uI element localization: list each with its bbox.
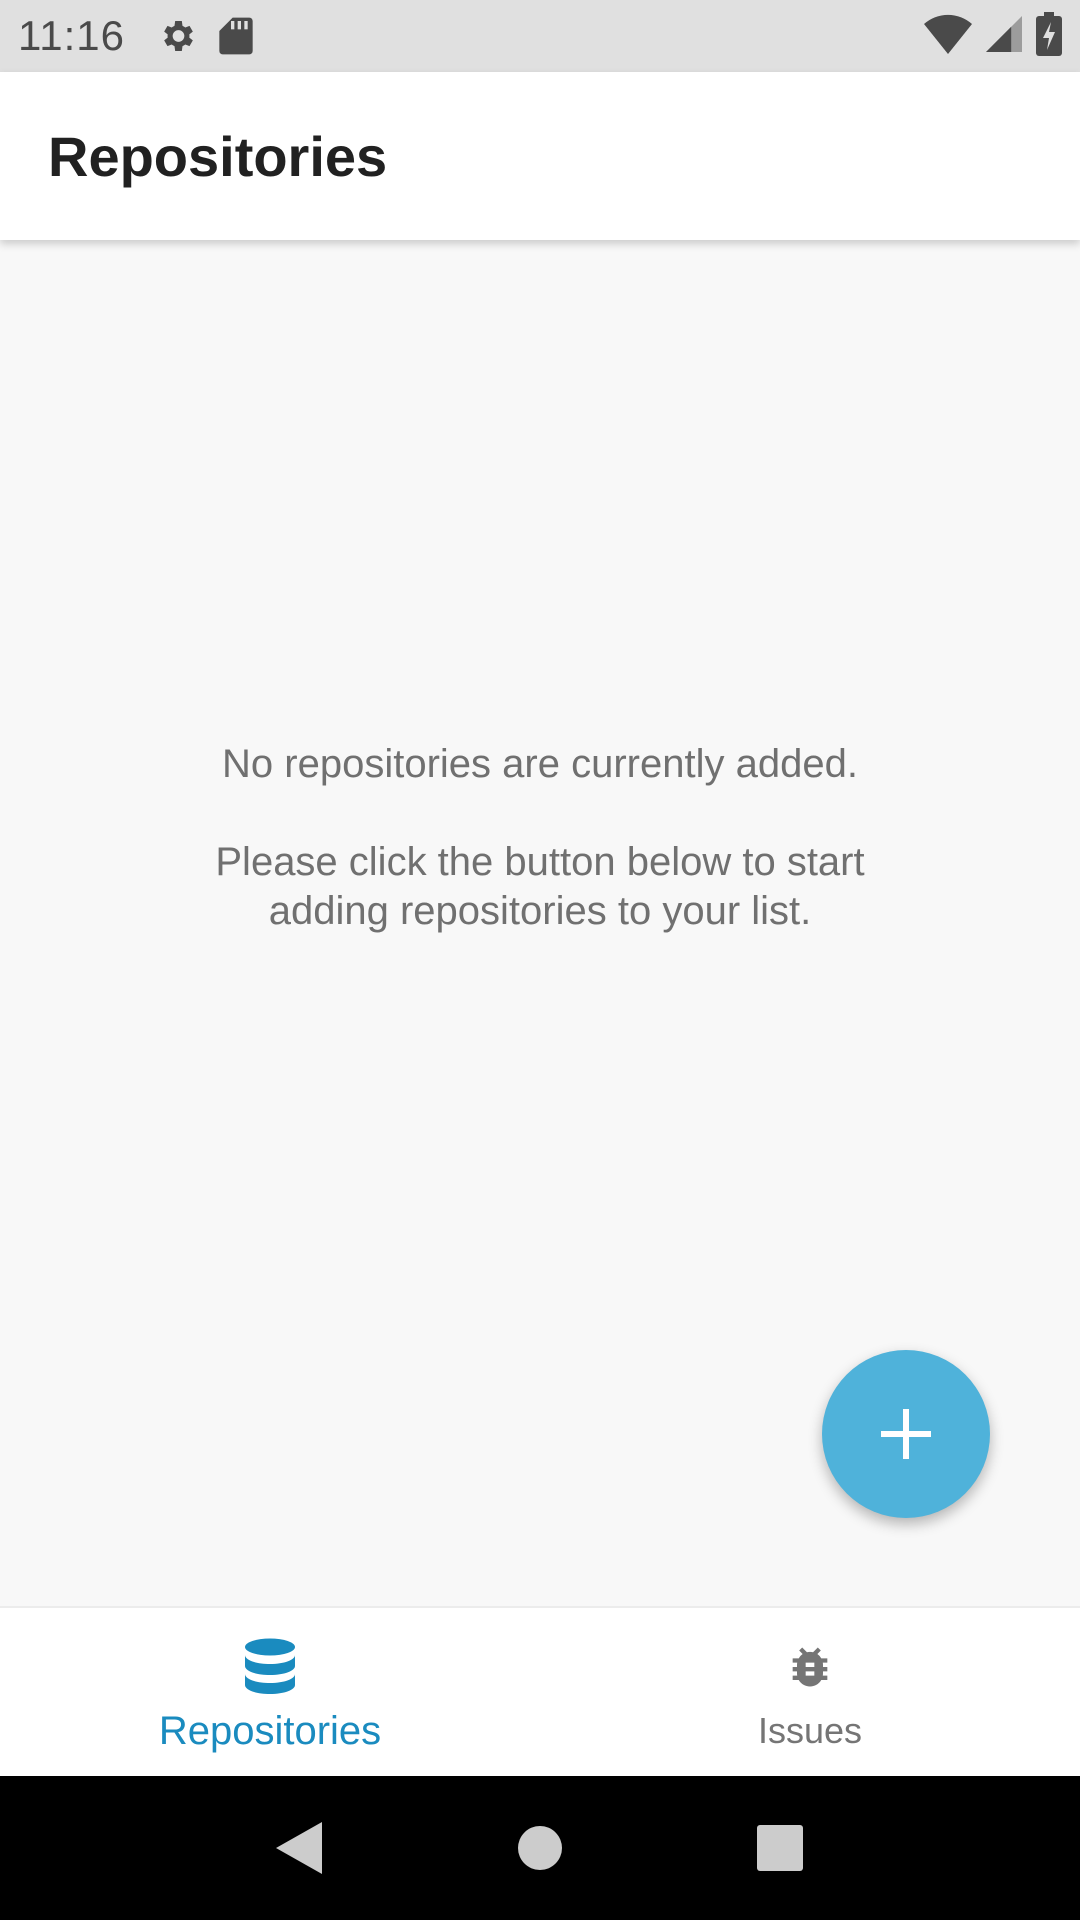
empty-state-message: No repositories are currently added.	[222, 742, 858, 786]
bottom-navigation: Repositories Issues	[0, 1606, 1080, 1776]
nav-item-repositories[interactable]: Repositories	[0, 1608, 540, 1776]
home-button[interactable]	[495, 1803, 585, 1893]
status-time: 11:16	[18, 12, 125, 59]
bug-icon	[784, 1632, 836, 1702]
nav-item-issues[interactable]: Issues	[540, 1608, 1080, 1776]
nav-label-issues: Issues	[757, 1710, 863, 1751]
page-title: Repositories	[48, 124, 388, 188]
add-repository-button[interactable]	[822, 1350, 990, 1518]
system-navigation-bar	[0, 1776, 1080, 1920]
empty-state: No repositories are currently added. Ple…	[0, 740, 1080, 936]
wifi-icon	[924, 14, 972, 59]
empty-state-hint: Please click the button below to start a…	[215, 840, 865, 933]
gear-icon	[157, 16, 197, 56]
recents-button[interactable]	[735, 1803, 825, 1893]
app-bar: Repositories	[0, 72, 1080, 240]
battery-charging-icon	[1036, 11, 1062, 61]
database-icon	[244, 1631, 296, 1701]
home-icon	[518, 1826, 562, 1870]
sd-card-icon	[219, 16, 253, 56]
plus-icon	[881, 1409, 931, 1459]
screen: 11:16 Repositories No repositories are c…	[0, 0, 1080, 1920]
status-bar: 11:16	[0, 0, 1080, 72]
signal-icon	[986, 15, 1022, 57]
status-right-icons	[924, 11, 1062, 61]
nav-label-repositories: Repositories	[158, 1708, 382, 1753]
recents-icon	[757, 1825, 803, 1871]
back-button[interactable]	[255, 1803, 345, 1893]
back-icon	[276, 1822, 322, 1874]
